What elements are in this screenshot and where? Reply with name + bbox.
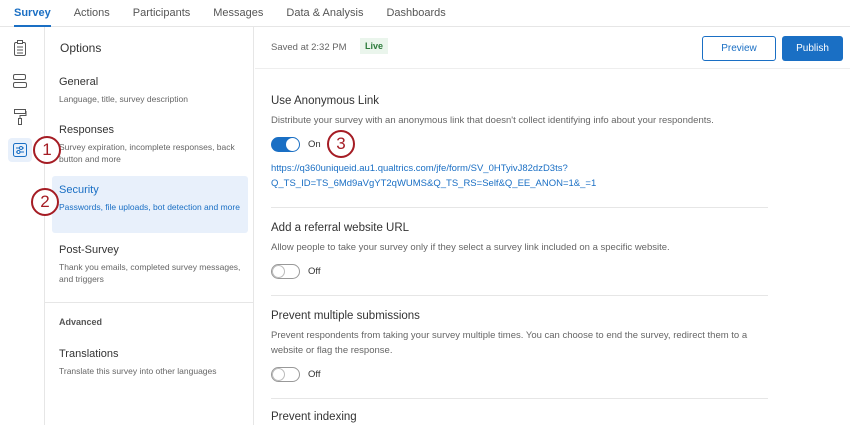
option-title: Translations: [59, 348, 119, 360]
section-title: Prevent multiple submissions: [271, 310, 420, 322]
options-title: Options: [60, 41, 102, 55]
divider: [271, 295, 768, 296]
divider: [271, 398, 768, 399]
survey-options-sliders-icon[interactable]: [8, 138, 32, 162]
toggle-label: Off: [308, 369, 321, 380]
option-title: General: [59, 76, 99, 88]
section-title: Add a referral website URL: [271, 222, 410, 234]
status-badge: Live: [360, 38, 389, 54]
survey-flow-icon[interactable]: [8, 69, 32, 93]
advanced-label: Advanced: [52, 317, 248, 327]
advanced-heading: Advanced: [59, 317, 103, 327]
option-responses[interactable]: Responses Survey expiration, incomplete r…: [52, 124, 248, 165]
publish-button[interactable]: Publish: [782, 36, 843, 61]
top-nav: Survey Actions Participants Messages Dat…: [0, 0, 850, 27]
prevent-indexing-section: Prevent indexing: [271, 411, 768, 423]
section-desc: Prevent respondents from taking your sur…: [271, 330, 748, 356]
anonymous-link-toggle[interactable]: [271, 137, 300, 152]
callout-1: 1: [33, 136, 61, 164]
section-title: Use Anonymous Link: [271, 95, 380, 107]
tab-survey[interactable]: Survey: [14, 0, 51, 27]
section-desc: Distribute your survey with an anonymous…: [271, 115, 714, 126]
toggle-label: Off: [308, 266, 321, 277]
option-desc: Thank you emails, completed survey messa…: [59, 262, 241, 284]
tab-messages[interactable]: Messages: [213, 0, 263, 27]
main-content: Saved at 2:32 PM Live Preview Publish Us…: [255, 27, 850, 425]
tool-rail: [0, 27, 45, 425]
section-desc: Allow people to take your survey only if…: [271, 242, 670, 253]
survey-clipboard-icon[interactable]: [8, 36, 32, 60]
prevent-multiple-toggle[interactable]: [271, 367, 300, 382]
options-panel: Options General Language, title, survey d…: [45, 27, 254, 425]
link-line[interactable]: Q_TS_ID=TS_6Md9aVgYT2qWUMS&Q_TS_RS=Self&…: [271, 176, 768, 191]
callout-3: 3: [327, 130, 355, 158]
option-title: Responses: [59, 124, 115, 136]
option-post-survey[interactable]: Post-Survey Thank you emails, completed s…: [52, 244, 248, 285]
divider: [271, 207, 768, 208]
divider: [45, 302, 254, 303]
referral-url-section: Add a referral website URL Allow people …: [271, 222, 768, 279]
toggle-label: On: [308, 139, 321, 150]
header-bar: Saved at 2:32 PM Live Preview Publish: [255, 27, 850, 69]
option-title: Security: [59, 184, 99, 196]
prevent-multiple-submissions-section: Prevent multiple submissions Prevent res…: [271, 310, 768, 382]
option-security[interactable]: Security Passwords, file uploads, bot det…: [52, 176, 248, 233]
tab-actions[interactable]: Actions: [74, 0, 110, 27]
callout-2: 2: [31, 188, 59, 216]
option-desc: Passwords, file uploads, bot detection a…: [59, 202, 240, 212]
anonymous-link[interactable]: https://q360uniqueid.au1.qualtrics.com/j…: [271, 161, 768, 191]
option-translations[interactable]: Translations Translate this survey into o…: [52, 348, 248, 377]
option-desc: Language, title, survey description: [59, 94, 188, 104]
referral-url-toggle[interactable]: [271, 264, 300, 279]
preview-button[interactable]: Preview: [702, 36, 776, 61]
option-general[interactable]: General Language, title, survey descripti…: [52, 76, 248, 105]
saved-status: Saved at 2:32 PM: [271, 42, 347, 53]
link-line[interactable]: https://q360uniqueid.au1.qualtrics.com/j…: [271, 161, 768, 176]
option-desc: Survey expiration, incomplete responses,…: [59, 142, 235, 164]
look-and-feel-paint-roller-icon[interactable]: [8, 104, 32, 128]
tab-participants[interactable]: Participants: [133, 0, 190, 27]
tab-data-analysis[interactable]: Data & Analysis: [286, 0, 363, 27]
option-desc: Translate this survey into other languag…: [59, 366, 217, 376]
option-title: Post-Survey: [59, 244, 119, 256]
tab-dashboards[interactable]: Dashboards: [386, 0, 445, 27]
section-title: Prevent indexing: [271, 411, 357, 423]
